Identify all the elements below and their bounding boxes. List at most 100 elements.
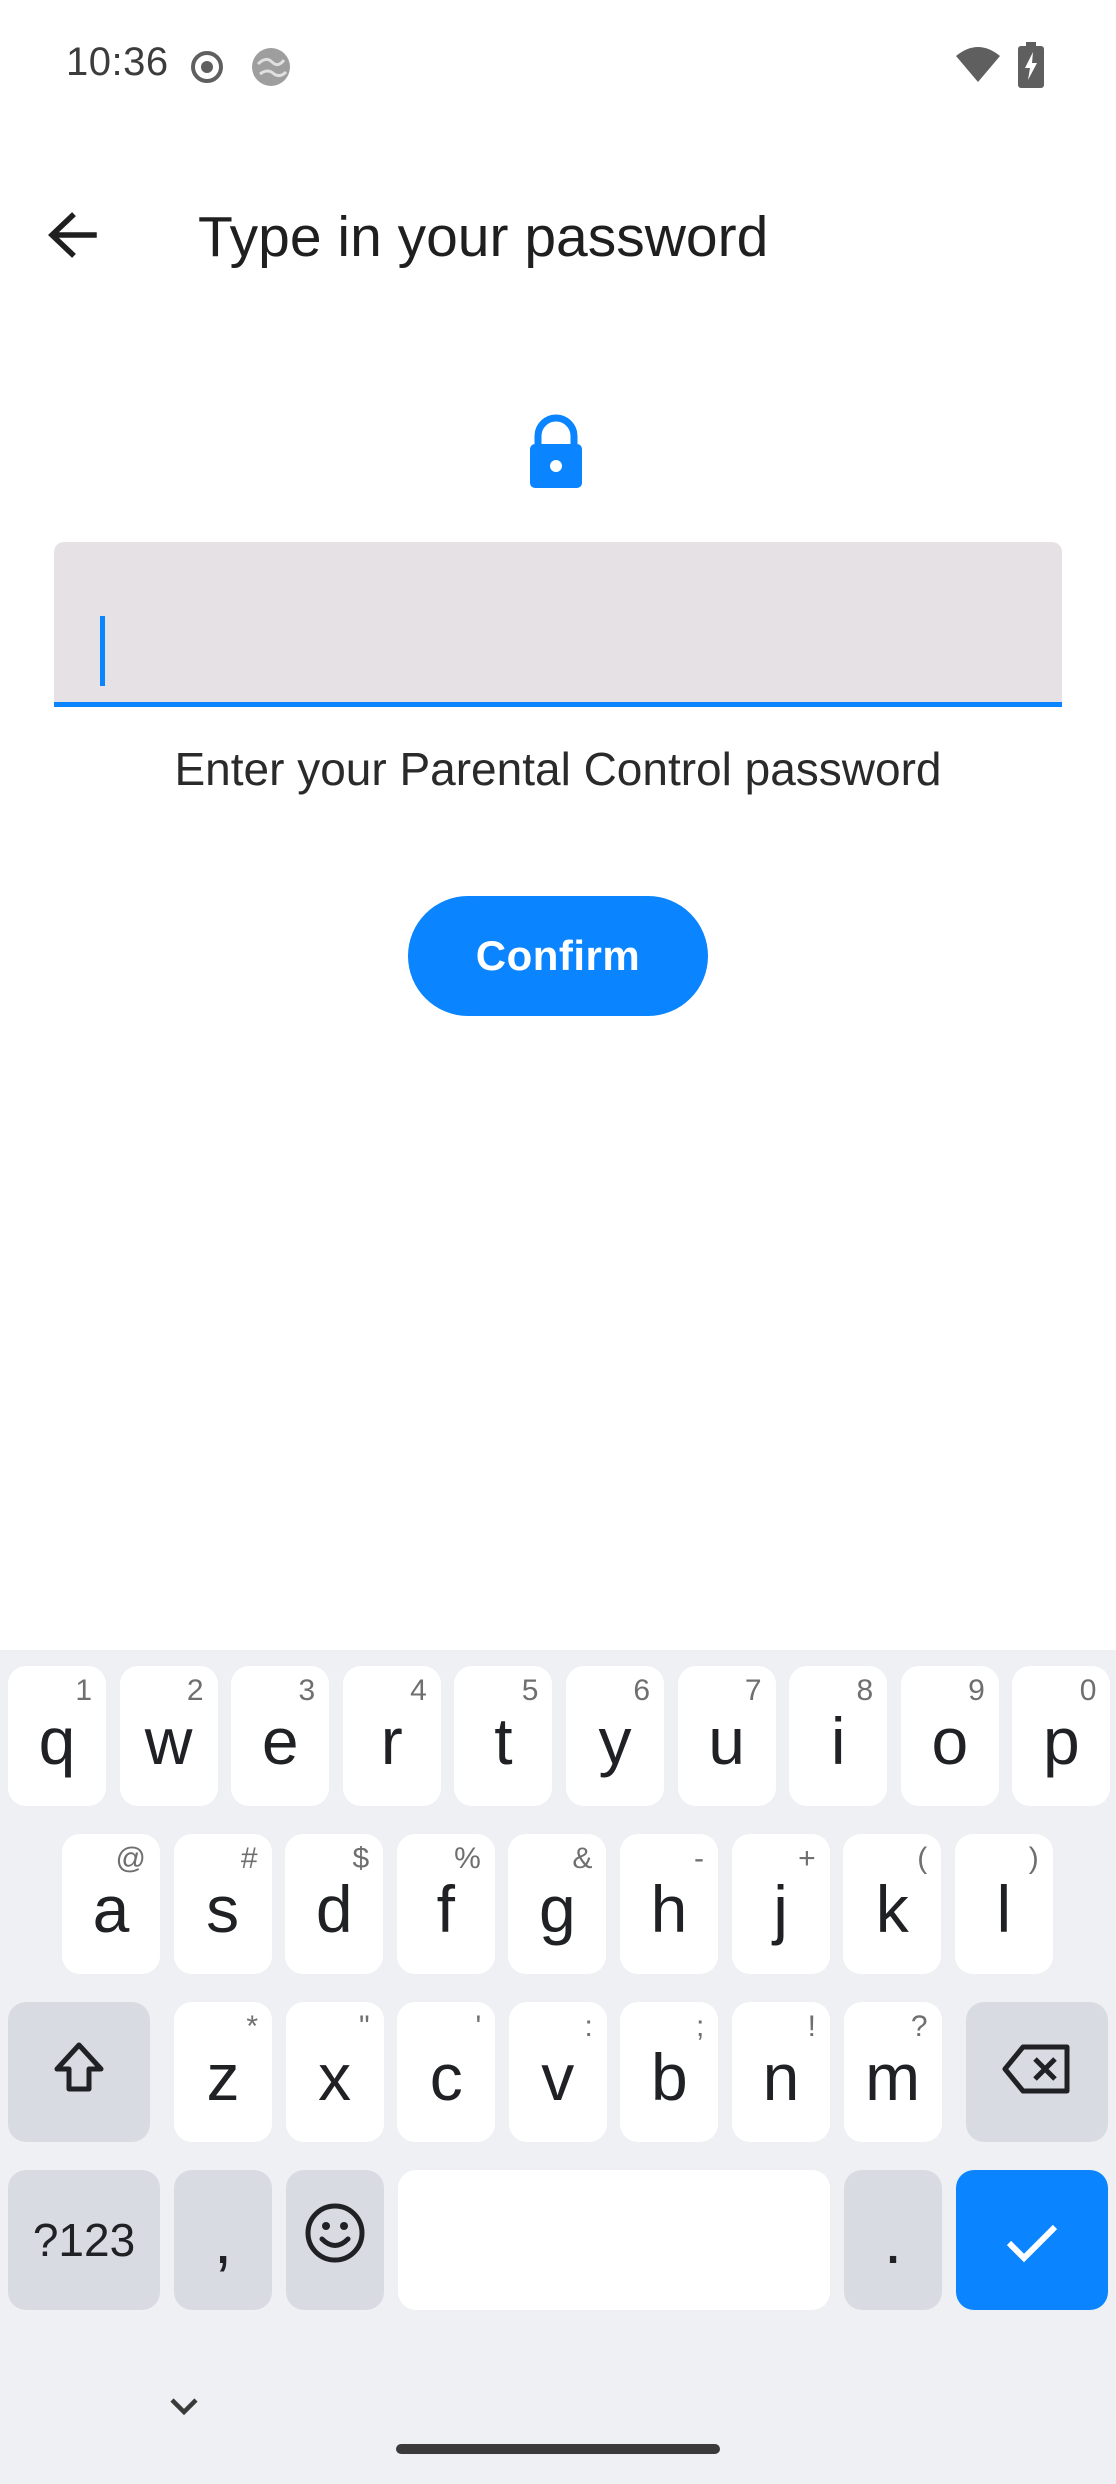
hide-keyboard-button[interactable]: [160, 2390, 208, 2426]
key-z[interactable]: * z: [174, 2002, 272, 2142]
status-bar: 10:36: [0, 0, 1116, 130]
key-q[interactable]: 1q: [8, 1666, 106, 1806]
chevron-down-icon: [160, 2398, 208, 2430]
key-hint: 1: [75, 1674, 92, 1707]
app-bar: Type in your password: [0, 170, 1116, 300]
key-hint: ?: [910, 2010, 928, 2043]
key-label: i: [830, 1704, 846, 1778]
key-y[interactable]: 6y: [566, 1666, 664, 1806]
key-m[interactable]: ? m: [843, 2002, 942, 2142]
key-label: b: [651, 2040, 688, 2114]
record-icon: [190, 50, 224, 89]
space-key[interactable]: [398, 2170, 830, 2310]
symbols-key[interactable]: ?123: [8, 2170, 160, 2310]
key-label: r: [380, 1704, 403, 1778]
key-label: s: [206, 1872, 240, 1946]
period-key-label: .: [883, 2203, 903, 2277]
emoji-key[interactable]: [286, 2170, 384, 2310]
key-g[interactable]: & g: [508, 1834, 607, 1974]
key-p[interactable]: 0p: [1012, 1666, 1111, 1806]
key-hint: +: [798, 1842, 816, 1875]
key-hint: ': [475, 2010, 482, 2043]
lock-icon: [524, 414, 588, 490]
shift-icon: [51, 2034, 107, 2110]
key-label: a: [92, 1872, 130, 1946]
key-label: g: [539, 1872, 576, 1946]
key-label: o: [931, 1704, 969, 1778]
key-l[interactable]: ) l: [954, 1834, 1053, 1974]
key-u[interactable]: 7u: [677, 1666, 776, 1806]
enter-key[interactable]: [956, 2170, 1108, 2310]
key-label: n: [762, 2040, 800, 2114]
key-s[interactable]: # s: [173, 1834, 272, 1974]
status-time: 10:36: [66, 40, 169, 84]
key-hint: -: [694, 1842, 704, 1875]
back-button[interactable]: [30, 195, 114, 279]
battery-charging-icon: [1018, 42, 1044, 93]
key-hint: 6: [633, 1674, 650, 1707]
key-label: l: [996, 1872, 1012, 1946]
key-hint: 2: [186, 1674, 204, 1707]
key-label: p: [1043, 1704, 1080, 1778]
key-label: v: [541, 2040, 575, 2114]
navigation-handle[interactable]: [396, 2444, 720, 2454]
key-hint: $: [352, 1842, 370, 1875]
key-w[interactable]: 2w: [119, 1666, 218, 1806]
backspace-icon: [1001, 2034, 1073, 2110]
key-hint: %: [454, 1842, 481, 1875]
key-hint: 8: [856, 1674, 874, 1707]
globe-icon: [250, 46, 292, 93]
key-c[interactable]: ' c: [397, 2002, 496, 2142]
key-d[interactable]: $ d: [285, 1834, 384, 1974]
key-o[interactable]: 9o: [900, 1666, 999, 1806]
backspace-key[interactable]: [966, 2002, 1108, 2142]
text-cursor: [100, 616, 105, 686]
key-v[interactable]: :v: [508, 2002, 607, 2142]
key-label: k: [875, 1872, 909, 1946]
key-hint: 5: [521, 1674, 539, 1707]
key-x[interactable]: " x: [285, 2002, 384, 2142]
key-n[interactable]: ! n: [732, 2002, 830, 2142]
wifi-icon: [954, 46, 1002, 89]
key-j[interactable]: + j: [731, 1834, 830, 1974]
password-input[interactable]: [54, 542, 1062, 707]
arrow-back-icon: [46, 211, 98, 264]
key-h[interactable]: -h: [620, 1834, 718, 1974]
key-label: w: [144, 1704, 193, 1778]
key-a[interactable]: @ a: [62, 1834, 160, 1974]
key-hint: @: [115, 1842, 146, 1875]
symbols-key-label: ?123: [32, 2214, 136, 2266]
page-title: Type in your password: [198, 205, 769, 269]
key-r[interactable]: 4r: [342, 1666, 441, 1806]
key-label: m: [865, 2040, 921, 2114]
comma-key[interactable]: ,: [174, 2170, 272, 2310]
confirm-button[interactable]: Confirm: [408, 896, 708, 1016]
key-f[interactable]: % f: [396, 1834, 495, 1974]
key-hint: #: [240, 1842, 258, 1875]
key-e[interactable]: 3e: [231, 1666, 330, 1806]
key-label: h: [650, 1872, 688, 1946]
key-hint: (: [917, 1842, 928, 1875]
key-t[interactable]: 5t: [454, 1666, 553, 1806]
key-k[interactable]: (k: [843, 1834, 942, 1974]
on-screen-keyboard: 1q2w3e4r5t6y7u8i9o0p @ a # s $ d% f & g - h + j(k) l …: [0, 1650, 1116, 2484]
key-label: u: [708, 1704, 745, 1778]
key-label: y: [598, 1704, 632, 1778]
emoji-icon: [304, 2202, 366, 2279]
key-hint: 9: [968, 1674, 985, 1707]
key-hint: :: [584, 2010, 593, 2043]
key-hint: 3: [298, 1674, 316, 1707]
period-key[interactable]: .: [844, 2170, 942, 2310]
key-label: f: [436, 1872, 455, 1946]
key-i[interactable]: 8i: [789, 1666, 888, 1806]
key-label: c: [429, 2040, 463, 2114]
key-label: z: [206, 2040, 240, 2114]
key-hint: !: [807, 2010, 816, 2043]
helper-text: Enter your Parental Control password: [174, 743, 942, 795]
key-label: x: [318, 2040, 352, 2114]
key-b[interactable]: ; b: [620, 2002, 719, 2142]
key-label: e: [261, 1704, 299, 1778]
key-hint: 0: [1079, 1674, 1097, 1707]
shift-key[interactable]: [8, 2002, 150, 2142]
key-hint: 7: [744, 1674, 762, 1707]
